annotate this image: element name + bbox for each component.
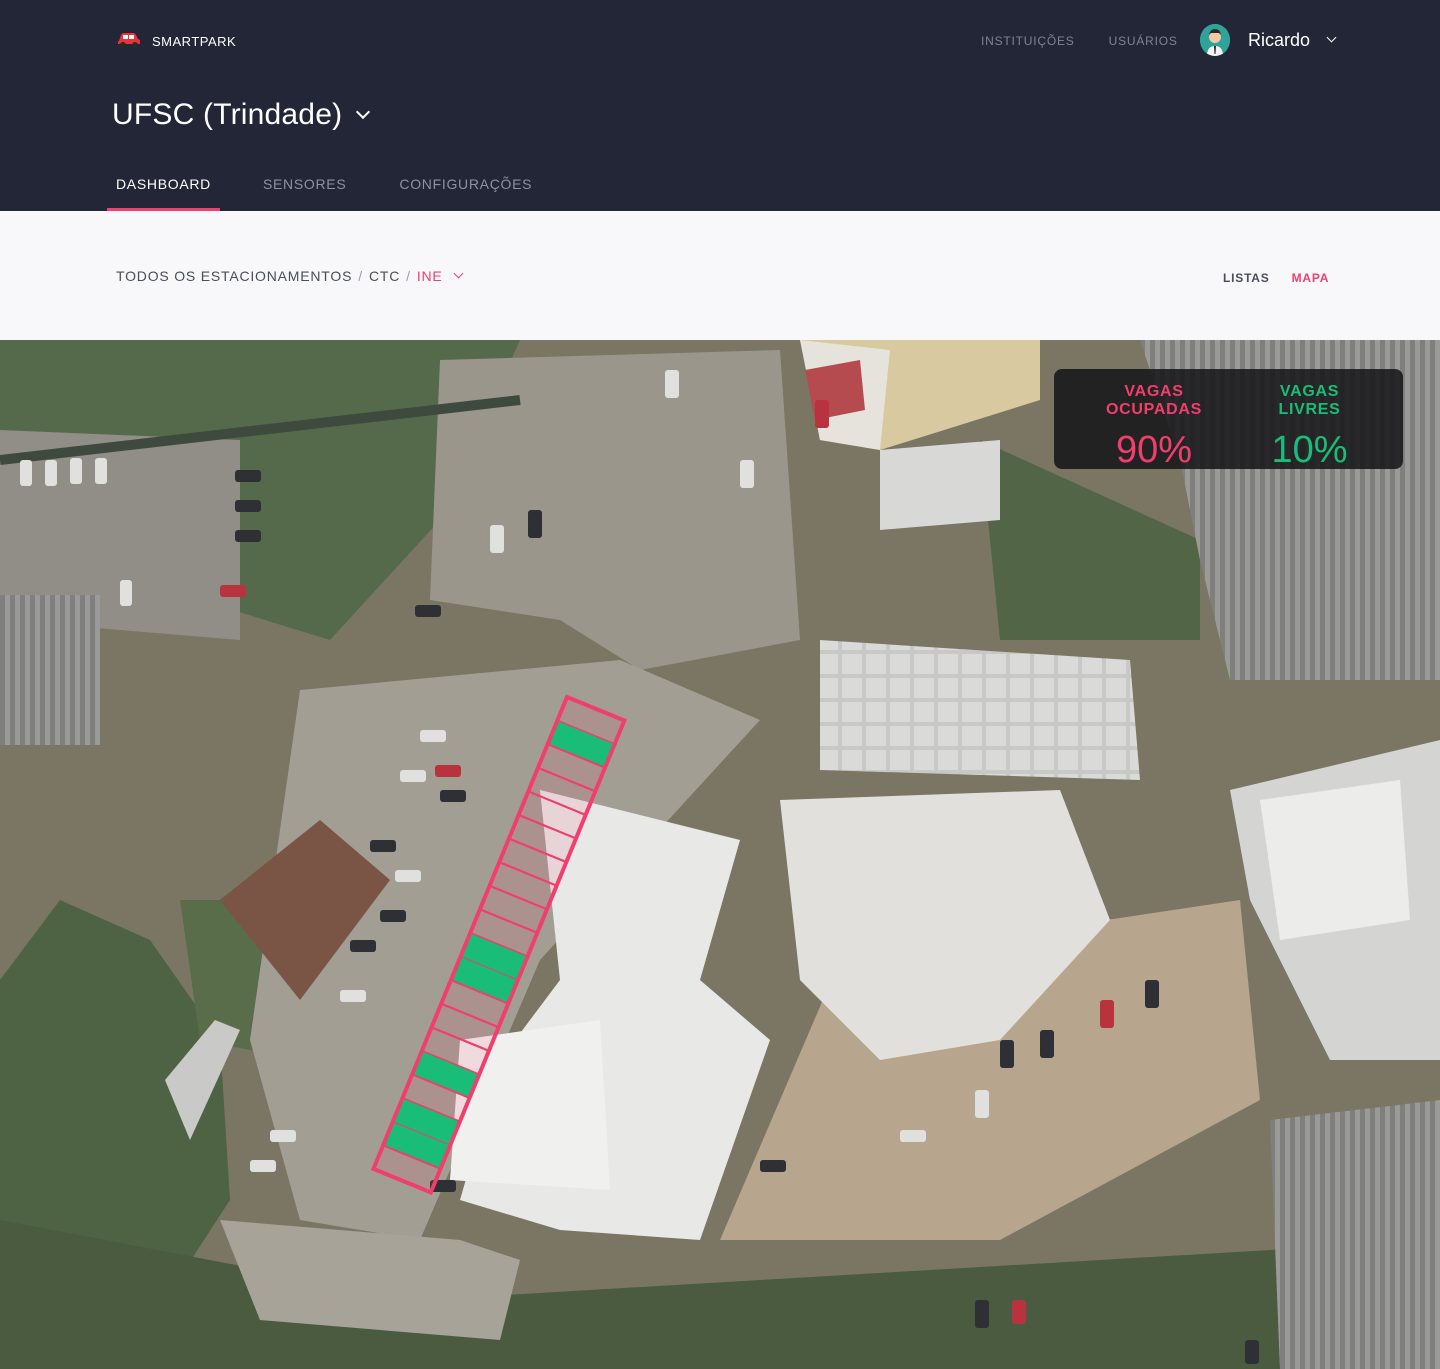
avatar <box>1200 24 1230 56</box>
breadcrumb-separator: / <box>406 268 411 284</box>
listas-toggle[interactable]: LISTAS <box>1223 271 1270 285</box>
user-menu[interactable]: Ricardo <box>1200 24 1337 56</box>
occupied-stat: VAGAS OCUPADAS 90% <box>1078 383 1230 472</box>
tab-dashboard[interactable]: DASHBOARD <box>107 164 220 211</box>
car-icon <box>116 28 142 55</box>
occupancy-stats-panel: VAGAS OCUPADAS 90% VAGAS LIVRES 10% <box>1054 369 1403 472</box>
brand-name: SMARTPARK <box>152 34 237 49</box>
breadcrumb-ctc[interactable]: CTC <box>369 268 400 284</box>
mapa-toggle[interactable]: MAPA <box>1292 271 1330 285</box>
chevron-down-icon <box>356 104 371 120</box>
tab-sensores[interactable]: SENSORES <box>254 164 355 211</box>
view-toggle: LISTAS MAPA <box>1223 271 1329 285</box>
occupied-label: VAGAS OCUPADAS <box>1106 383 1202 418</box>
breadcrumb: TODOS OS ESTACIONAMENTOS / CTC / INE <box>116 268 464 284</box>
free-stat: VAGAS LIVRES 10% <box>1252 383 1367 472</box>
breadcrumb-separator: / <box>358 268 363 284</box>
free-label: VAGAS LIVRES <box>1278 383 1341 418</box>
top-header: SMARTPARK INSTITUIÇÕES USUÁRIOS Ricardo … <box>0 0 1440 211</box>
breadcrumb-root[interactable]: TODOS OS ESTACIONAMENTOS <box>116 268 352 284</box>
nav-instituicoes[interactable]: INSTITUIÇÕES <box>981 34 1075 48</box>
breadcrumb-bar: TODOS OS ESTACIONAMENTOS / CTC / INE LIS… <box>0 211 1440 340</box>
top-navigation: INSTITUIÇÕES USUÁRIOS <box>981 34 1178 48</box>
aerial-map[interactable] <box>0 340 1440 1369</box>
institution-selector[interactable]: UFSC (Trindade) <box>112 98 371 132</box>
breadcrumb-current[interactable]: INE <box>417 268 443 284</box>
user-name: Ricardo <box>1248 29 1311 50</box>
parking-row-overlay <box>370 694 627 1195</box>
brand-logo[interactable]: SMARTPARK <box>116 28 236 55</box>
main-tabs: DASHBOARD SENSORES CONFIGURAÇÕES <box>107 164 576 211</box>
nav-usuarios[interactable]: USUÁRIOS <box>1109 34 1178 48</box>
chevron-down-icon <box>1326 32 1337 43</box>
occupied-value: 90% <box>1115 429 1193 471</box>
tab-configuracoes[interactable]: CONFIGURAÇÕES <box>390 164 541 211</box>
free-value: 10% <box>1271 429 1348 471</box>
institution-name: UFSC (Trindade) <box>112 98 343 131</box>
chevron-down-icon[interactable] <box>453 268 464 279</box>
